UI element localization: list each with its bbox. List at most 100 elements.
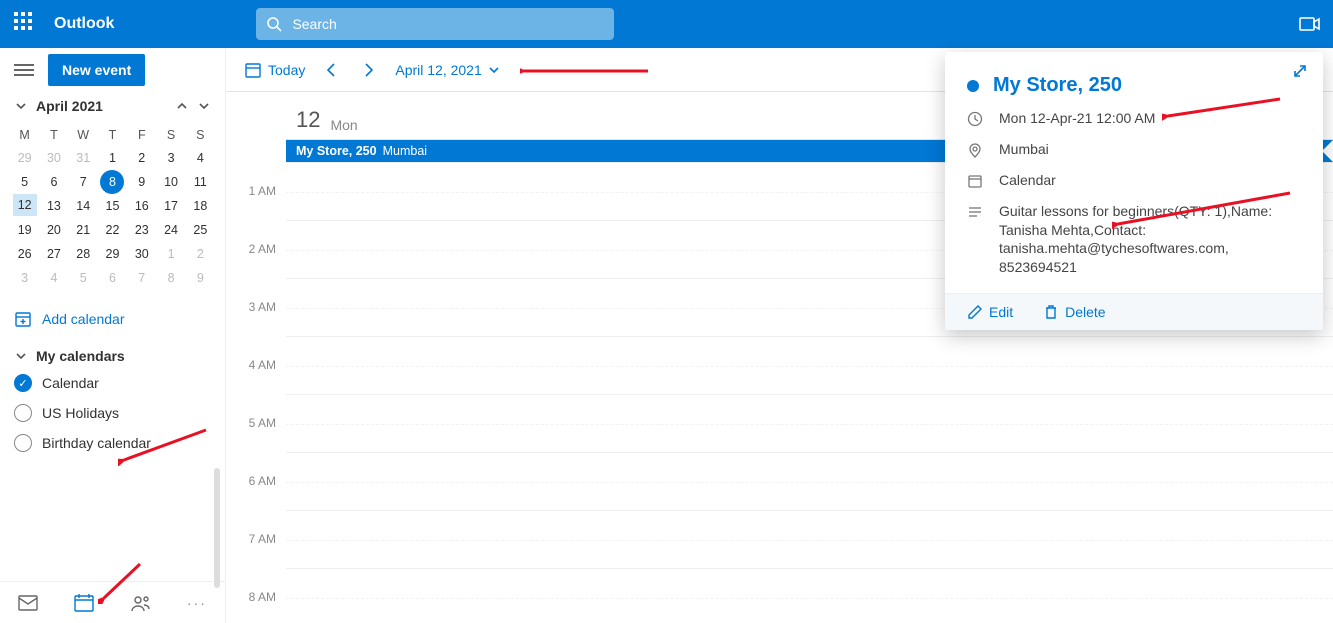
checkbox-unchecked-icon[interactable] [14, 434, 32, 452]
hour-label: 6 AM [226, 452, 286, 510]
chevron-down-icon [14, 349, 28, 363]
add-calendar-label: Add calendar [42, 311, 125, 327]
mini-calendar-day[interactable]: 6 [98, 266, 127, 290]
hour-cell[interactable] [286, 452, 1333, 510]
checkbox-unchecked-icon[interactable] [14, 404, 32, 422]
today-button[interactable]: Today [244, 61, 305, 79]
month-down-icon[interactable] [197, 99, 211, 113]
annotation-arrow [520, 62, 650, 80]
mini-calendar-day[interactable]: 12 [10, 194, 39, 218]
add-calendar-link[interactable]: Add calendar [0, 300, 225, 338]
delete-button[interactable]: Delete [1043, 304, 1105, 320]
date-picker[interactable]: April 12, 2021 [395, 62, 499, 78]
mini-calendar-day[interactable]: 30 [39, 146, 68, 170]
mini-calendar-day[interactable]: 19 [10, 218, 39, 242]
app-launcher-icon[interactable] [14, 12, 38, 36]
meet-now-icon[interactable] [1299, 16, 1321, 32]
hour-cell[interactable] [286, 510, 1333, 568]
edit-label: Edit [989, 304, 1013, 320]
mini-calendar-day[interactable]: 8 [98, 170, 127, 194]
mini-calendar-day[interactable]: 3 [10, 266, 39, 290]
day-number: 12 [296, 107, 320, 133]
hour-cell[interactable] [286, 336, 1333, 394]
mini-calendar-day[interactable]: 8 [156, 266, 185, 290]
mini-calendar-day[interactable]: 4 [39, 266, 68, 290]
mini-calendar-day[interactable]: 7 [69, 170, 98, 194]
mini-calendar-dow: S [156, 124, 185, 146]
popup-calendar: Calendar [999, 171, 1056, 190]
mini-calendar-day[interactable]: 23 [127, 218, 156, 242]
mini-calendar-day[interactable]: 31 [69, 146, 98, 170]
mini-calendar-day[interactable]: 27 [39, 242, 68, 266]
mini-calendar-day[interactable]: 16 [127, 194, 156, 218]
mini-calendar-day[interactable]: 29 [98, 242, 127, 266]
hour-cell[interactable] [286, 568, 1333, 623]
annotation-arrow [118, 426, 208, 466]
expand-icon[interactable] [1291, 62, 1309, 80]
mini-calendar-day[interactable]: 11 [186, 170, 215, 194]
mini-calendar-day[interactable]: 1 [98, 146, 127, 170]
mini-calendar-day[interactable]: 25 [186, 218, 215, 242]
mini-calendar-month: April 2021 [36, 98, 167, 114]
next-day-button[interactable] [359, 61, 377, 79]
mail-icon[interactable] [18, 595, 38, 611]
mini-calendar-day[interactable]: 3 [156, 146, 185, 170]
chevron-down-icon[interactable] [14, 99, 28, 113]
mini-calendar-day[interactable]: 1 [156, 242, 185, 266]
more-icon[interactable]: ··· [187, 595, 207, 611]
mini-calendar-day[interactable]: 18 [186, 194, 215, 218]
mini-calendar-day[interactable]: 30 [127, 242, 156, 266]
mini-calendar-day[interactable]: 10 [156, 170, 185, 194]
hour-label: 2 AM [226, 220, 286, 278]
mini-calendar-day[interactable]: 5 [69, 266, 98, 290]
annotation-arrow [1162, 96, 1282, 126]
edit-button[interactable]: Edit [967, 304, 1013, 320]
mini-calendar-day[interactable]: 28 [69, 242, 98, 266]
search-box[interactable] [256, 8, 614, 40]
mini-calendar-day[interactable]: 21 [69, 218, 98, 242]
mini-calendar-day[interactable]: 20 [39, 218, 68, 242]
mini-calendar-day[interactable]: 4 [186, 146, 215, 170]
mini-calendar-day[interactable]: 9 [186, 266, 215, 290]
prev-day-button[interactable] [323, 61, 341, 79]
checkbox-checked-icon[interactable] [14, 374, 32, 392]
hour-label: 1 AM [226, 162, 286, 220]
mini-calendar: April 2021 MTWTFSS2930311234567891011121… [0, 92, 225, 300]
mini-calendar-day[interactable]: 14 [69, 194, 98, 218]
mini-calendar-day[interactable]: 17 [156, 194, 185, 218]
mini-calendar-day[interactable]: 2 [127, 146, 156, 170]
popup-time: Mon 12-Apr-21 12:00 AM [999, 109, 1155, 128]
trash-icon [1043, 304, 1059, 320]
mini-calendar-day[interactable]: 15 [98, 194, 127, 218]
mini-calendar-day[interactable]: 24 [156, 218, 185, 242]
hamburger-icon[interactable] [14, 64, 34, 76]
search-input[interactable] [290, 15, 604, 33]
calendar-item-calendar[interactable]: Calendar [0, 368, 225, 398]
mini-calendar-day[interactable]: 22 [98, 218, 127, 242]
mini-calendar-day[interactable]: 5 [10, 170, 39, 194]
hour-label: 4 AM [226, 336, 286, 394]
mini-calendar-day[interactable]: 29 [10, 146, 39, 170]
mini-calendar-day[interactable]: 2 [186, 242, 215, 266]
month-up-icon[interactable] [175, 99, 189, 113]
calendar-item-us-holidays[interactable]: US Holidays [0, 398, 225, 428]
mini-calendar-day[interactable]: 26 [10, 242, 39, 266]
mini-calendar-day[interactable]: 7 [127, 266, 156, 290]
hour-label: 5 AM [226, 394, 286, 452]
edit-icon [967, 304, 983, 320]
day-name: Mon [330, 117, 357, 133]
hour-cell[interactable] [286, 394, 1333, 452]
mini-calendar-day[interactable]: 6 [39, 170, 68, 194]
location-icon [967, 140, 985, 158]
date-label: April 12, 2021 [395, 62, 481, 78]
scrollbar-thumb[interactable] [214, 468, 220, 588]
calendar-icon[interactable] [74, 594, 94, 612]
new-event-button[interactable]: New event [48, 54, 145, 86]
mini-calendar-day[interactable]: 13 [39, 194, 68, 218]
add-calendar-icon [14, 310, 32, 328]
description-icon [967, 202, 985, 220]
hour-label: 3 AM [226, 278, 286, 336]
my-calendars-section[interactable]: My calendars [0, 338, 225, 368]
search-icon [266, 16, 282, 32]
mini-calendar-day[interactable]: 9 [127, 170, 156, 194]
